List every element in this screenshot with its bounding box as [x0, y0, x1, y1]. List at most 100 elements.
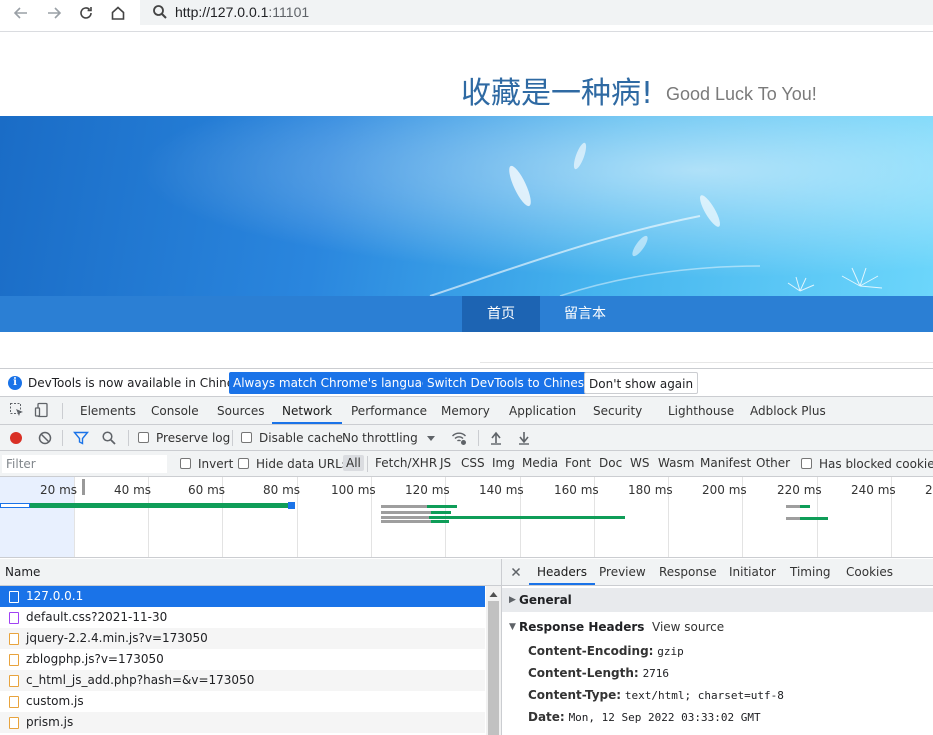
- nav-home[interactable]: 首页: [462, 296, 540, 332]
- request-row[interactable]: jquery-2.2.4.min.js?v=173050: [0, 628, 485, 649]
- nav-guestbook[interactable]: 留言本: [548, 296, 622, 332]
- chevron-down-icon: [427, 436, 435, 441]
- filter-type-media[interactable]: Media: [522, 456, 558, 470]
- reload-button[interactable]: [74, 2, 98, 24]
- match-language-button[interactable]: Always match Chrome's language: [229, 372, 441, 394]
- tab-network[interactable]: Network: [272, 397, 343, 424]
- tab-performance[interactable]: Performance: [351, 397, 427, 424]
- filter-type-other[interactable]: Other: [756, 456, 790, 470]
- tick-label: 220 ms: [777, 483, 822, 497]
- filter-type-js[interactable]: JS: [440, 456, 451, 470]
- tab-elements[interactable]: Elements: [80, 397, 136, 424]
- filter-type-manifest[interactable]: Manifest: [700, 456, 751, 470]
- request-row[interactable]: c_html_js_add.php?hash=&v=173050: [0, 670, 485, 691]
- tab-adblock-plus[interactable]: Adblock Plus: [750, 397, 826, 424]
- filter-type-ws[interactable]: WS: [630, 456, 649, 470]
- request-row[interactable]: custom.js: [0, 691, 485, 712]
- export-har-icon[interactable]: [516, 430, 532, 446]
- forward-button[interactable]: [42, 2, 66, 24]
- overview-handle[interactable]: [82, 479, 85, 495]
- request-row[interactable]: zblogphp.js?v=173050: [0, 649, 485, 670]
- back-button[interactable]: [9, 2, 33, 24]
- tab-preview[interactable]: Preview: [599, 559, 646, 585]
- has-blocked-cookies-checkbox[interactable]: [801, 458, 812, 469]
- tick-label: 160 ms: [554, 483, 599, 497]
- dont-show-again-button[interactable]: Don't show again: [584, 372, 699, 394]
- response-headers-title: Response Headers: [519, 620, 645, 634]
- tab-initiator[interactable]: Initiator: [729, 559, 776, 585]
- request-name: 127.0.0.1: [26, 589, 84, 603]
- hide-data-urls-checkbox[interactable]: [238, 458, 249, 469]
- arrow-left-icon: [13, 7, 27, 19]
- tab-cookies[interactable]: Cookies: [846, 559, 893, 585]
- network-controls: Preserve log Disable cache No throttling: [0, 425, 933, 451]
- network-conditions-icon[interactable]: [451, 430, 467, 446]
- waterfall-bar: [786, 505, 800, 508]
- script-icon: [9, 696, 19, 708]
- address-bar[interactable]: http://127.0.0.1:11101: [140, 0, 933, 25]
- device-toolbar-icon[interactable]: [34, 402, 50, 418]
- address-url: http://127.0.0.1:11101: [175, 4, 310, 20]
- tab-security[interactable]: Security: [593, 397, 642, 424]
- request-name: default.css?2021-11-30: [26, 610, 168, 624]
- request-name: prism.js: [26, 715, 74, 729]
- filter-type-css[interactable]: CSS: [461, 456, 485, 470]
- tab-memory[interactable]: Memory: [441, 397, 490, 424]
- preserve-log-checkbox[interactable]: [138, 432, 149, 443]
- tick-label: 140 ms: [479, 483, 524, 497]
- scrollbar-thumb[interactable]: [488, 601, 499, 735]
- tab-response[interactable]: Response: [659, 559, 717, 585]
- close-icon[interactable]: [511, 567, 521, 577]
- import-har-icon[interactable]: [488, 430, 504, 446]
- ctrl-separator: [62, 430, 63, 446]
- tab-sources[interactable]: Sources: [217, 397, 264, 424]
- home-icon: [111, 6, 125, 20]
- devtools-infobar: i DevTools is now available in Chinese! …: [0, 368, 933, 397]
- filter-type-all[interactable]: All: [343, 455, 364, 471]
- clear-icon[interactable]: [37, 430, 53, 446]
- tab-console[interactable]: Console: [151, 397, 199, 424]
- waterfall-bar: [800, 517, 828, 520]
- filter-type-img[interactable]: Img: [492, 456, 515, 470]
- scroll-up-icon[interactable]: [488, 590, 499, 599]
- home-button[interactable]: [106, 2, 130, 24]
- tab-headers[interactable]: Headers: [529, 559, 595, 585]
- tab-timing[interactable]: Timing: [790, 559, 831, 585]
- filter-type-font[interactable]: Font: [565, 456, 591, 470]
- disable-cache-checkbox[interactable]: [241, 432, 252, 443]
- tab-lighthouse[interactable]: Lighthouse: [668, 397, 734, 424]
- tick-label: 60 ms: [188, 483, 226, 497]
- request-row[interactable]: 127.0.0.1: [0, 586, 485, 607]
- request-name: zblogphp.js?v=173050: [26, 652, 164, 666]
- header-row: Content-Length: 2716: [528, 666, 670, 680]
- general-section[interactable]: ▶ General: [502, 588, 933, 612]
- site-title: 收藏是一种病!: [461, 76, 654, 111]
- dandelion-illustration: [0, 116, 933, 296]
- caret-down-icon: ▼: [509, 622, 516, 632]
- caret-right-icon: ▶: [509, 595, 516, 605]
- general-title: General: [519, 593, 572, 607]
- script-icon: [9, 633, 19, 645]
- search-icon[interactable]: [101, 430, 117, 446]
- timeline-overview[interactable]: 20 ms 40 ms 60 ms 80 ms 100 ms 120 ms 14…: [0, 477, 933, 558]
- record-icon[interactable]: [10, 432, 22, 444]
- filter-input[interactable]: Filter: [2, 455, 167, 473]
- view-source-link[interactable]: View source: [652, 620, 724, 634]
- disable-cache-label: Disable cache: [259, 431, 343, 445]
- name-column-header[interactable]: Name: [0, 559, 501, 586]
- ctrl-separator: [128, 430, 129, 446]
- switch-language-button[interactable]: Switch DevTools to Chinese: [423, 372, 596, 394]
- ctrl-separator: [478, 430, 479, 446]
- filter-icon[interactable]: [73, 430, 89, 446]
- request-row[interactable]: prism.js: [0, 712, 485, 733]
- filter-type-doc[interactable]: Doc: [599, 456, 622, 470]
- site-subtitle: Good Luck To You!: [666, 84, 817, 104]
- throttling-select[interactable]: No throttling: [342, 431, 418, 445]
- invert-checkbox[interactable]: [180, 458, 191, 469]
- request-row[interactable]: default.css?2021-11-30: [0, 607, 485, 628]
- filter-type-wasm[interactable]: Wasm: [658, 456, 694, 470]
- tab-application[interactable]: Application: [509, 397, 576, 424]
- inspect-element-icon[interactable]: [9, 402, 25, 418]
- filter-type-fetch-xhr[interactable]: Fetch/XHR: [375, 456, 437, 470]
- header-banner: [0, 116, 933, 296]
